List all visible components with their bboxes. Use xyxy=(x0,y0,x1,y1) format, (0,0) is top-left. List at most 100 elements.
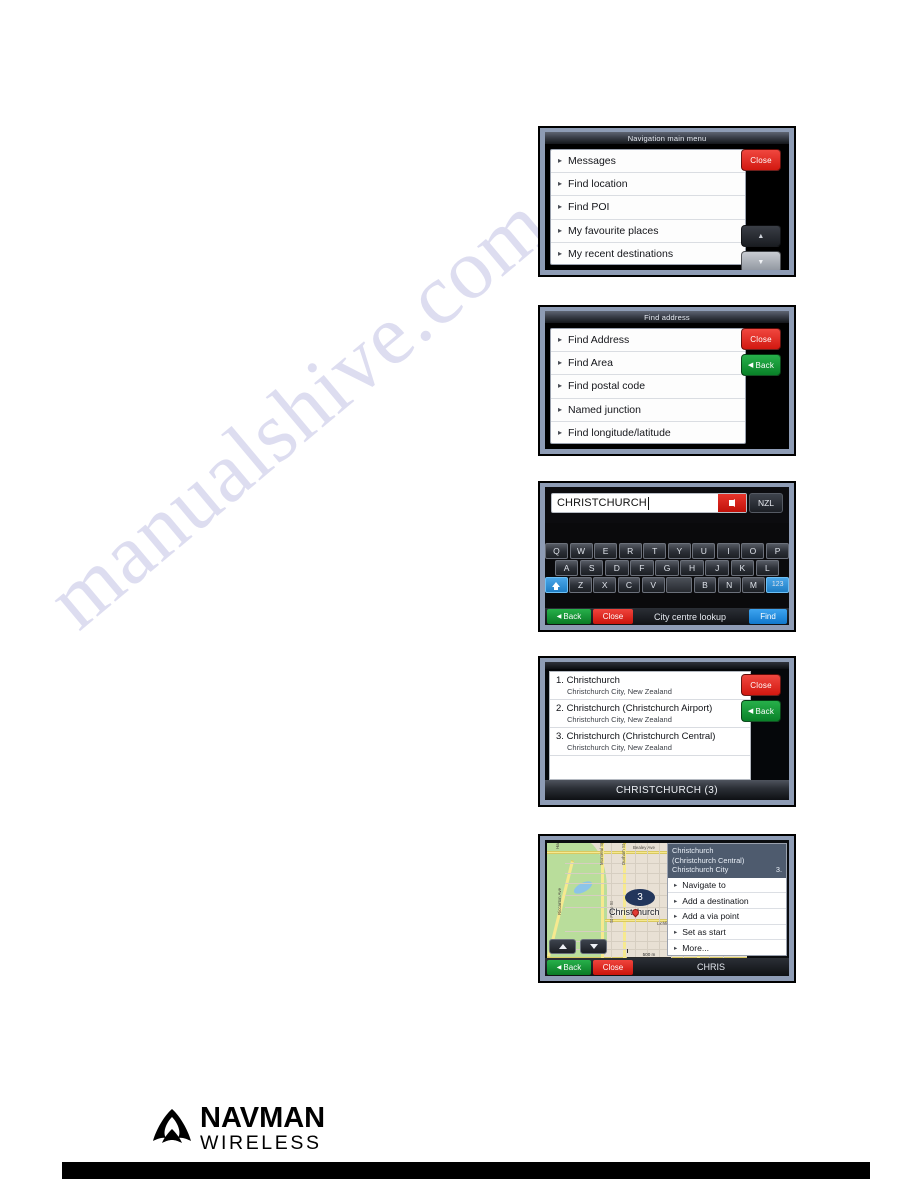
backspace-icon xyxy=(729,499,735,507)
key-g[interactable]: G xyxy=(655,560,679,576)
key-o[interactable]: O xyxy=(741,543,765,559)
key-d[interactable]: D xyxy=(605,560,629,576)
menu-item-find-longitude-latitude[interactable]: ▸ Find longitude/latitude xyxy=(551,422,745,445)
key-f[interactable]: F xyxy=(630,560,654,576)
numeric-mode-key[interactable]: 123 xyxy=(766,577,789,593)
menu-item-find-address[interactable]: ▸ Find Address xyxy=(551,329,745,353)
bullet-arrow-icon: ▸ xyxy=(558,381,563,391)
back-button[interactable]: ◀ Back xyxy=(741,700,781,722)
menu-item-label: Find Address xyxy=(568,334,630,347)
key-c[interactable]: C xyxy=(617,577,641,593)
bullet-arrow-icon: ▸ xyxy=(558,225,563,235)
logo-brand: NAVMAN xyxy=(200,1102,326,1134)
city-search-input[interactable]: CHRISTCHURCH xyxy=(551,493,747,513)
key-b[interactable]: B xyxy=(693,577,717,593)
device-screen: CHRISTCHURCH NZL Q W E R T Y U I O P A S… xyxy=(545,487,789,625)
scroll-down-button[interactable]: ▼ xyxy=(741,251,781,270)
screen-title: Find address xyxy=(545,311,789,324)
key-i[interactable]: I xyxy=(716,543,740,559)
key-t[interactable]: T xyxy=(643,543,667,559)
key-y[interactable]: Y xyxy=(667,543,691,559)
key-m[interactable]: M xyxy=(742,577,765,593)
navman-wireless-logo: NAVMAN WIRELESS xyxy=(152,1104,325,1154)
map-scroll-up-button[interactable] xyxy=(549,939,576,954)
result-title: 1. Christchurch xyxy=(556,675,745,686)
key-r[interactable]: R xyxy=(618,543,642,559)
close-button[interactable]: Close xyxy=(741,149,781,171)
logo-sub: WIRELESS xyxy=(200,1132,322,1154)
key-j[interactable]: J xyxy=(705,560,729,576)
map-street-label: Durham St xyxy=(621,844,626,865)
result-row[interactable]: 1. Christchurch Christchurch City, New Z… xyxy=(550,672,750,700)
results-footer-label: CHRISTCHURCH (3) xyxy=(545,780,789,800)
context-item-label: Add a destination xyxy=(682,895,749,906)
menu-item-my-recent-destinations[interactable]: ▸ My recent destinations xyxy=(551,243,745,266)
result-name: Christchurch (Christchurch Airport) xyxy=(566,703,713,714)
top-strip xyxy=(545,662,789,669)
context-header-line3: Christchurch City xyxy=(672,865,729,875)
chevron-up-icon xyxy=(558,944,567,949)
back-button[interactable]: ◀ Back xyxy=(547,959,591,975)
bottom-toolbar: ◀ Back Close City centre lookup Find xyxy=(545,608,789,625)
context-item-add-a-destination[interactable]: ▸ Add a destination xyxy=(668,893,786,910)
back-arrow-icon: ◀ xyxy=(747,362,754,369)
space-key[interactable] xyxy=(666,577,693,593)
context-header-line2: (Christchurch Central) xyxy=(672,855,745,865)
find-button[interactable]: Find xyxy=(749,609,787,624)
menu-item-messages[interactable]: ▸ Messages xyxy=(551,150,745,174)
back-arrow-icon: ◀ xyxy=(556,614,562,620)
screenshot-find-address-menu: Find address ▸ Find Address ▸ Find Area … xyxy=(538,305,796,456)
close-button[interactable]: Close xyxy=(593,609,633,624)
back-button[interactable]: ◀ Back xyxy=(547,609,591,624)
menu-item-label: My recent destinations xyxy=(568,248,674,261)
key-u[interactable]: U xyxy=(692,543,716,559)
key-s[interactable]: S xyxy=(579,560,604,576)
device-screen: Find address ▸ Find Address ▸ Find Area … xyxy=(545,311,789,449)
close-button[interactable]: Close xyxy=(741,674,781,696)
back-button[interactable]: ◀ Back xyxy=(741,354,781,376)
key-l[interactable]: L xyxy=(755,560,780,576)
context-item-set-as-start[interactable]: ▸ Set as start xyxy=(668,925,786,941)
back-button-label: Back xyxy=(755,706,775,716)
context-item-navigate-to[interactable]: ▸ Navigate to xyxy=(668,878,786,894)
result-row[interactable]: 3. Christchurch (Christchurch Central) C… xyxy=(550,728,750,756)
scroll-up-button[interactable]: ▲ xyxy=(741,225,781,247)
shift-key[interactable] xyxy=(545,577,568,593)
key-x[interactable]: X xyxy=(593,577,617,593)
bullet-arrow-icon: ▸ xyxy=(674,928,678,936)
key-w[interactable]: W xyxy=(569,543,593,559)
menu-item-find-poi[interactable]: ▸ Find POI xyxy=(551,196,745,220)
context-item-more[interactable]: ▸ More... xyxy=(668,940,786,956)
bullet-arrow-icon: ▸ xyxy=(674,945,678,953)
key-n[interactable]: N xyxy=(717,577,741,593)
close-button[interactable]: Close xyxy=(593,959,633,975)
menu-item-find-postal-code[interactable]: ▸ Find postal code xyxy=(551,375,745,399)
menu-item-named-junction[interactable]: ▸ Named junction xyxy=(551,399,745,422)
watermark-text: manualshive.com xyxy=(29,175,566,647)
menu-item-find-location[interactable]: ▸ Find location xyxy=(551,173,745,197)
context-item-add-a-via-point[interactable]: ▸ Add a via point xyxy=(668,909,786,925)
key-e[interactable]: E xyxy=(594,543,618,559)
key-p[interactable]: P xyxy=(766,543,789,559)
menu-item-find-area[interactable]: ▸ Find Area xyxy=(551,352,745,376)
back-arrow-icon: ◀ xyxy=(556,964,562,971)
country-selector-button[interactable]: NZL xyxy=(749,493,783,513)
search-input-value: CHRISTCHURCH xyxy=(557,497,647,509)
side-button-column: Close ▲ ▼ xyxy=(741,149,785,270)
key-v[interactable]: V xyxy=(641,577,665,593)
key-a[interactable]: A xyxy=(554,560,579,576)
menu-item-my-favourite-places[interactable]: ▸ My favourite places xyxy=(551,220,745,243)
close-button[interactable]: Close xyxy=(741,328,781,350)
map-scroll-down-button[interactable] xyxy=(580,939,607,954)
result-row[interactable]: 2. Christchurch (Christchurch Airport) C… xyxy=(550,700,750,728)
backspace-button[interactable] xyxy=(718,494,746,512)
page-footer-bar xyxy=(62,1162,870,1179)
map-scroll-controls xyxy=(549,939,607,954)
key-z[interactable]: Z xyxy=(569,577,592,593)
key-k[interactable]: K xyxy=(730,560,755,576)
map-result-marker-badge: 3 xyxy=(625,889,655,906)
key-h[interactable]: H xyxy=(680,560,704,576)
key-q[interactable]: Q xyxy=(545,543,568,559)
keyboard-top-area: CHRISTCHURCH NZL xyxy=(545,487,789,523)
device-screen: Bealey Ave Harper Ave Montreal St Durham… xyxy=(545,840,789,976)
